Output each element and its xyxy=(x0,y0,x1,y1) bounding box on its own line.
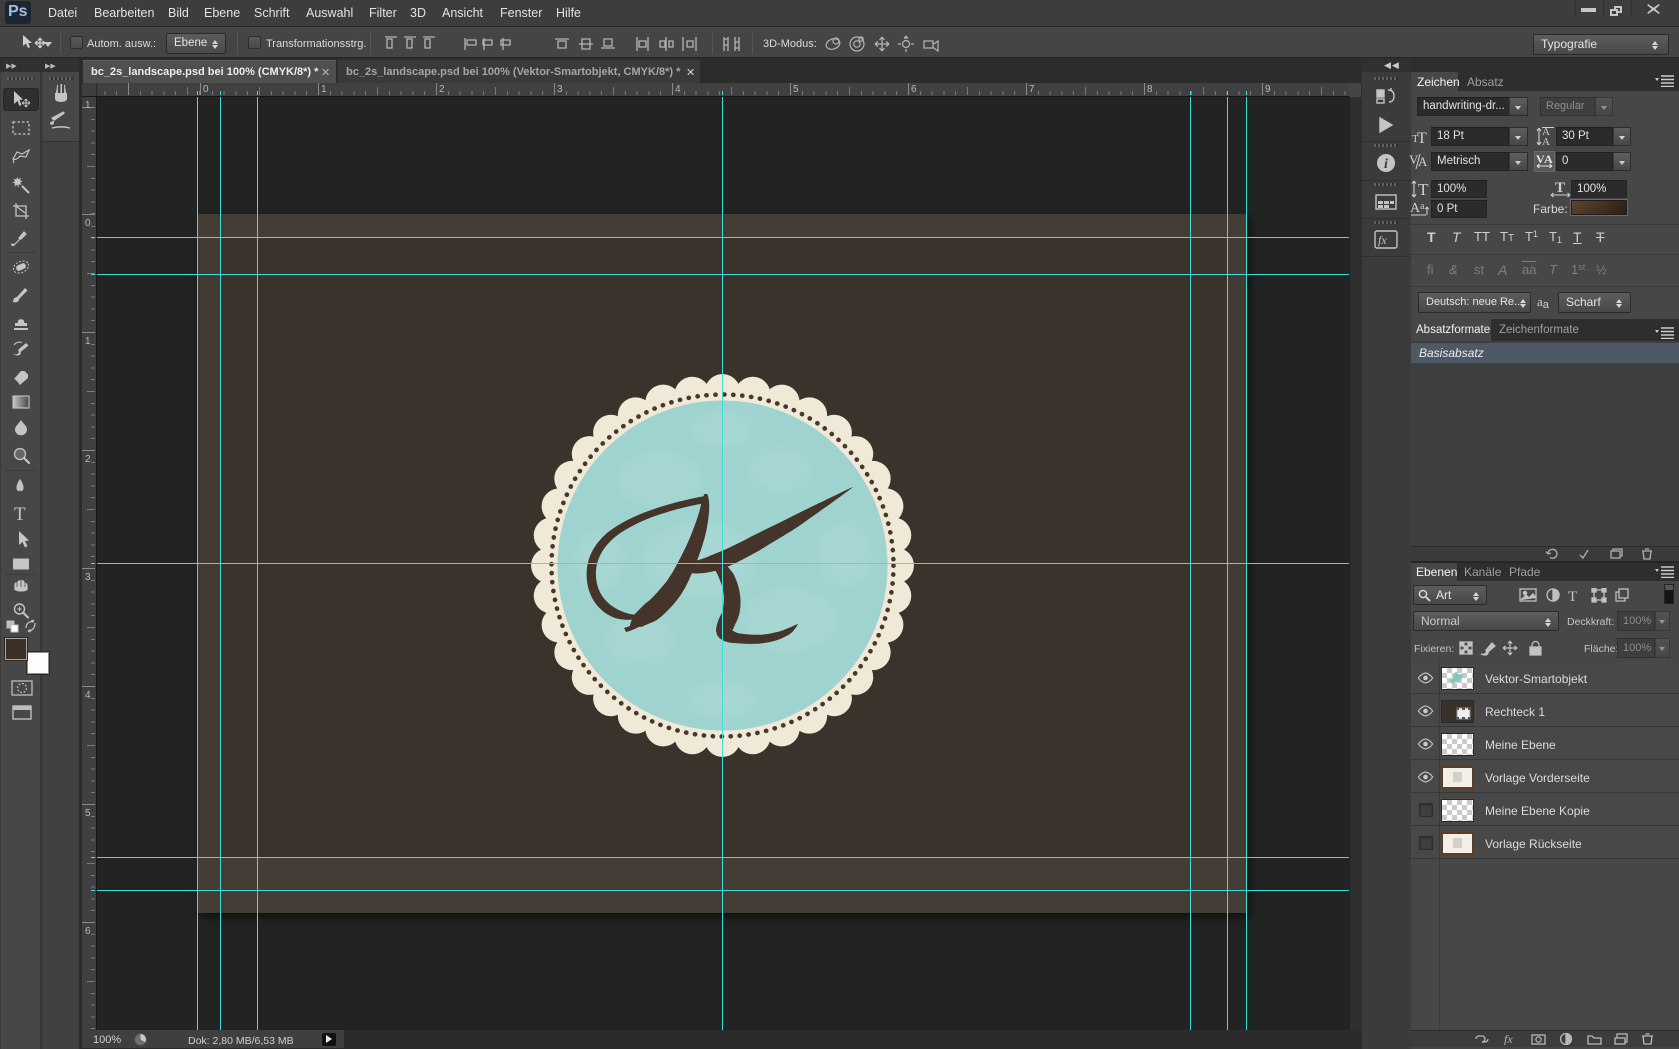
svg-text:a: a xyxy=(1420,201,1425,212)
svg-text:fx: fx xyxy=(1378,233,1387,247)
svg-text:A: A xyxy=(1542,136,1550,147)
svg-text:T: T xyxy=(1417,130,1427,146)
svg-text:fx: fx xyxy=(1504,1033,1513,1045)
svg-text:T: T xyxy=(1418,180,1429,199)
svg-text:A: A xyxy=(1544,152,1553,166)
svg-text:T: T xyxy=(1568,589,1577,603)
svg-text:T: T xyxy=(1555,180,1565,196)
svg-text:T: T xyxy=(14,504,26,525)
svg-text:i: i xyxy=(1384,157,1388,172)
